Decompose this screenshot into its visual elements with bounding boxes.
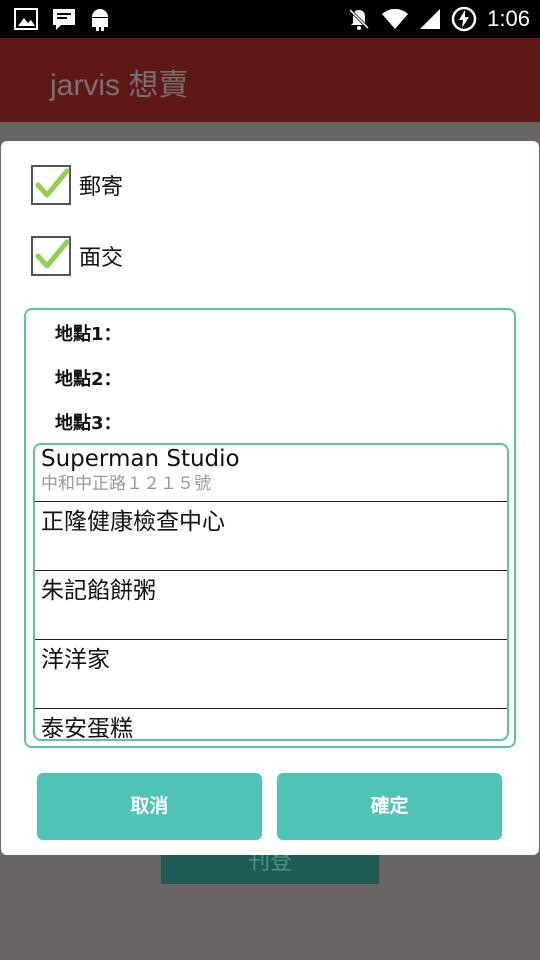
battery-charging-icon xyxy=(451,6,477,32)
message-icon xyxy=(52,8,76,30)
place-list[interactable]: Superman Studio 中和中正路１２１５號 正隆健康檢查中心 朱記餡餅… xyxy=(33,443,509,741)
location-1-label[interactable]: 地點1： xyxy=(55,320,122,346)
place-name: 朱記餡餅粥 xyxy=(41,578,156,604)
place-name: 泰安蛋糕 xyxy=(41,716,133,741)
notifications-off-icon xyxy=(347,7,371,31)
location-2-label[interactable]: 地點2： xyxy=(55,365,122,391)
mail-checkbox[interactable] xyxy=(31,165,71,205)
image-icon xyxy=(14,8,38,30)
check-icon xyxy=(35,168,70,198)
app-title: jarvis 想賣 xyxy=(50,69,189,102)
list-item[interactable]: Superman Studio 中和中正路１２１５號 xyxy=(35,445,507,502)
app-bar: jarvis 想賣 xyxy=(0,38,540,122)
place-address: 中和中正路１２１５號 xyxy=(41,474,211,494)
option-mail[interactable]: 郵寄 xyxy=(31,165,123,205)
place-name: 正隆健康檢查中心 xyxy=(41,509,225,535)
place-name: 洋洋家 xyxy=(41,647,110,673)
wifi-icon xyxy=(381,8,409,30)
place-name: Superman Studio xyxy=(41,446,240,472)
list-item[interactable]: 正隆健康檢查中心 xyxy=(35,502,507,571)
list-item[interactable]: 泰安蛋糕 xyxy=(35,709,507,741)
status-bar: 1:06 xyxy=(0,0,540,38)
location-box: 地點1： 地點2： 地點3： Superman Studio 中和中正路１２１５… xyxy=(24,308,516,748)
delivery-dialog: 郵寄 面交 地點1： 地點2： 地點3： Superman Studio 中和中… xyxy=(1,141,539,855)
location-3-label[interactable]: 地點3： xyxy=(55,409,122,435)
confirm-button[interactable]: 確定 xyxy=(277,773,502,840)
mail-label: 郵寄 xyxy=(79,175,124,200)
cancel-button[interactable]: 取消 xyxy=(37,773,262,840)
option-meetup[interactable]: 面交 xyxy=(31,236,123,276)
status-time: 1:06 xyxy=(487,6,530,31)
meetup-checkbox[interactable] xyxy=(31,236,71,276)
meetup-label: 面交 xyxy=(79,246,124,271)
signal-icon xyxy=(419,8,441,30)
android-icon xyxy=(90,7,110,31)
list-item[interactable]: 朱記餡餅粥 xyxy=(35,571,507,640)
check-icon xyxy=(35,239,70,269)
list-item[interactable]: 洋洋家 xyxy=(35,640,507,709)
